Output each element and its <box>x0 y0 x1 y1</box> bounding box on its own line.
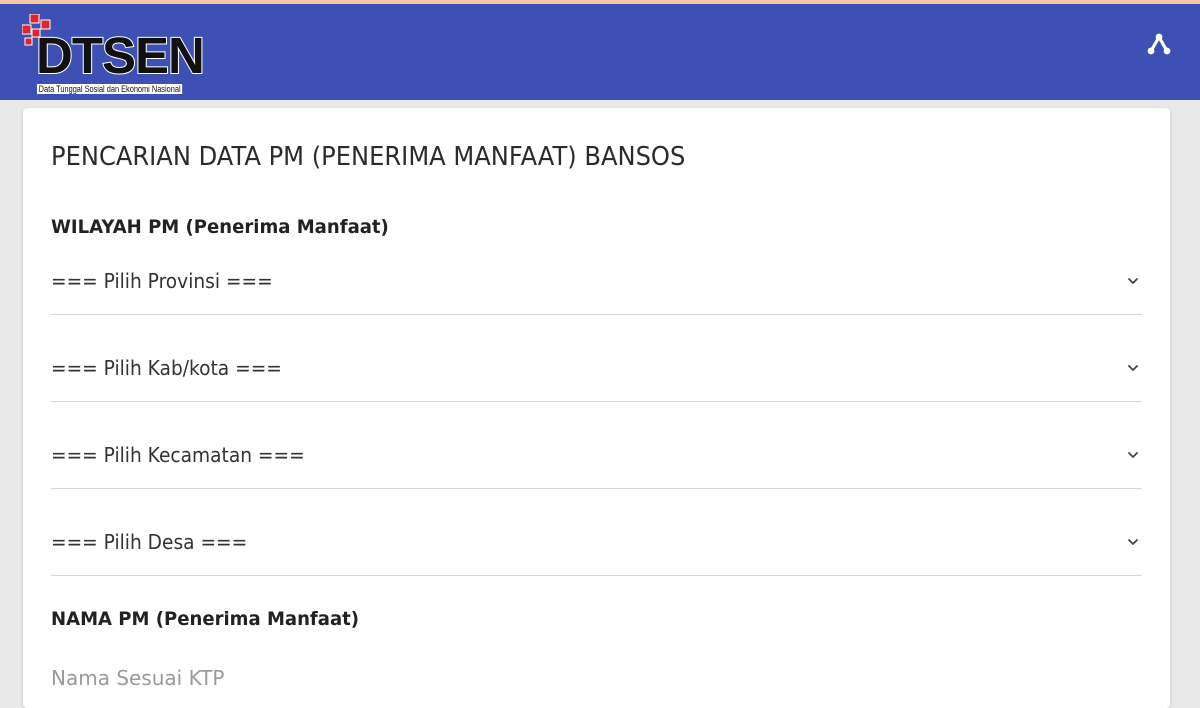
regency-select-label: === Pilih Kab/kota === <box>51 356 282 380</box>
share-button[interactable] <box>1144 30 1174 60</box>
chevron-down-icon <box>1128 365 1138 371</box>
chevron-down-icon <box>1128 452 1138 458</box>
name-section-heading: NAMA PM (Penerima Manfaat) <box>51 608 360 630</box>
village-select[interactable]: === Pilih Desa === <box>51 517 1142 576</box>
province-select[interactable]: === Pilih Provinsi === <box>51 256 1142 315</box>
region-section-heading: WILAYAH PM (Penerima Manfaat) <box>51 216 389 238</box>
logo-wordmark: DTSEN <box>35 27 206 85</box>
district-select[interactable]: === Pilih Kecamatan === <box>51 430 1142 489</box>
app-header: DTSEN Data Tunggal Sosial dan Ekonomi Na… <box>0 4 1200 100</box>
chevron-down-icon <box>1128 539 1138 545</box>
district-select-label: === Pilih Kecamatan === <box>51 443 305 467</box>
search-form-card: PENCARIAN DATA PM (PENERIMA MANFAAT) BAN… <box>23 108 1170 708</box>
province-select-label: === Pilih Provinsi === <box>51 269 273 293</box>
regency-select[interactable]: === Pilih Kab/kota === <box>51 343 1142 402</box>
name-input[interactable] <box>51 658 1142 698</box>
share-icon <box>1147 33 1171 55</box>
village-select-label: === Pilih Desa === <box>51 530 248 554</box>
logo-subtitle: Data Tunggal Sosial dan Ekonomi Nasional <box>37 84 183 94</box>
page-title: PENCARIAN DATA PM (PENERIMA MANFAAT) BAN… <box>51 142 686 172</box>
chevron-down-icon <box>1128 278 1138 284</box>
dtsen-logo: DTSEN Data Tunggal Sosial dan Ekonomi Na… <box>22 14 222 96</box>
